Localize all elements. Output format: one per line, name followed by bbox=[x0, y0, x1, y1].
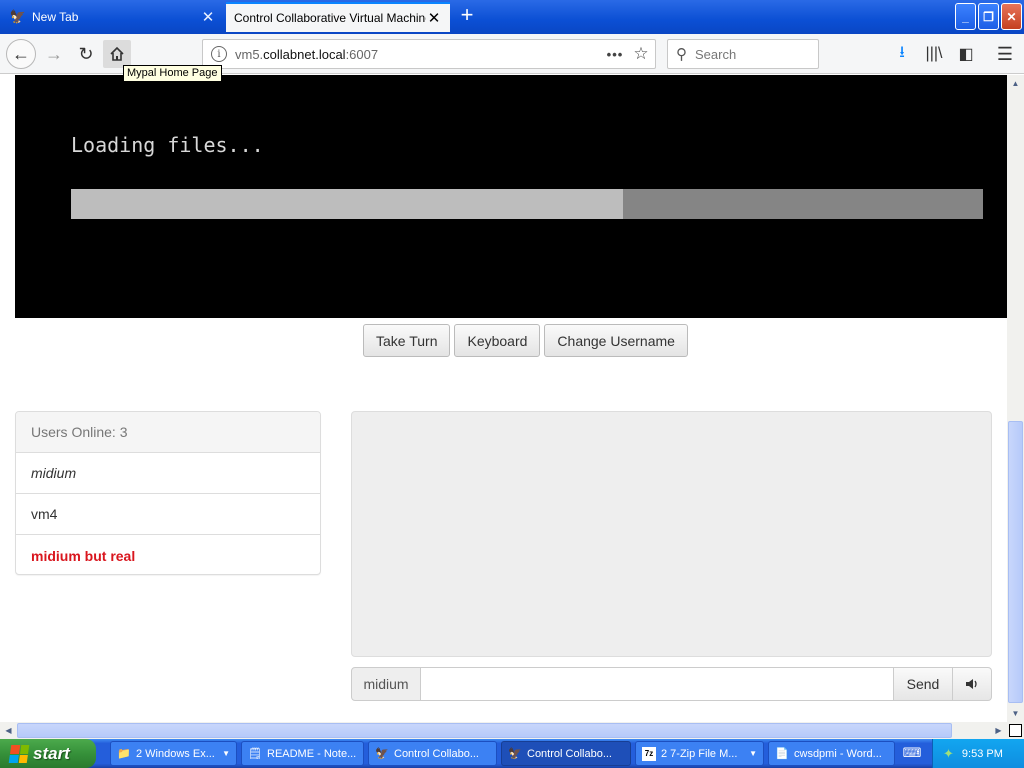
home-button[interactable] bbox=[103, 40, 131, 68]
hamburger-menu-icon[interactable]: ☰ bbox=[993, 42, 1017, 66]
username: vm4 bbox=[31, 506, 58, 522]
scroll-left-icon[interactable]: ◀ bbox=[1, 723, 16, 738]
forward-button[interactable]: → bbox=[40, 40, 68, 68]
close-window-button[interactable]: ✕ bbox=[1001, 3, 1022, 30]
tab-new-tab[interactable]: 🦅 New Tab ✕ bbox=[2, 2, 224, 32]
tab-control-collaborative[interactable]: Control Collaborative Virtual Machines! … bbox=[226, 2, 450, 32]
download-icon[interactable]: ⭳ bbox=[890, 42, 914, 66]
windows-logo-icon bbox=[8, 744, 30, 763]
sidebar-icon[interactable]: ◧ bbox=[954, 42, 978, 66]
taskbar-item-windows-explorer[interactable]: 📁 2 Windows Ex... ▼ bbox=[110, 741, 237, 766]
7zip-icon: 7z bbox=[642, 746, 656, 761]
scroll-down-icon[interactable]: ▼ bbox=[1008, 706, 1023, 721]
chevron-down-icon: ▼ bbox=[222, 749, 230, 758]
info-icon[interactable]: i bbox=[211, 46, 227, 62]
change-username-button[interactable]: Change Username bbox=[544, 324, 688, 357]
tab-label: Control Collaborative Virtual Machines! bbox=[234, 11, 426, 25]
clock: 9:53 PM bbox=[961, 747, 1003, 760]
network-icon[interactable]: ✦ bbox=[943, 746, 954, 762]
back-button[interactable]: ← bbox=[6, 39, 36, 69]
arrow-right-icon: → bbox=[45, 43, 63, 64]
url-bar[interactable]: i vm5.collabnet.local:6007 ••• ☆ bbox=[202, 39, 656, 69]
chat-messages bbox=[351, 411, 992, 657]
vertical-scroll-thumb[interactable] bbox=[1008, 421, 1023, 703]
taskbar-item-control-collabo[interactable]: 🦅 Control Collabo... bbox=[368, 741, 497, 766]
search-input[interactable]: ⚲ Search bbox=[667, 39, 819, 69]
new-tab-button[interactable]: + bbox=[455, 4, 479, 28]
users-online-panel: Users Online: 3 midium vm4 midium but re… bbox=[15, 411, 321, 575]
take-turn-button[interactable]: Take Turn bbox=[363, 324, 451, 357]
system-tray: ✦ 9:53 PM bbox=[932, 739, 1024, 768]
reload-icon: ↻ bbox=[78, 43, 94, 64]
page-actions-icon[interactable]: ••• bbox=[603, 47, 627, 62]
send-button[interactable]: Send bbox=[894, 667, 953, 701]
taskbar-item-wordpad[interactable]: 📄 cwsdpmi - Word... bbox=[768, 741, 895, 766]
user-list-item: vm4 bbox=[16, 494, 320, 535]
scroll-up-icon[interactable]: ▲ bbox=[1008, 76, 1023, 91]
keyboard-button[interactable]: Keyboard bbox=[454, 324, 541, 357]
wordpad-icon: 📄 bbox=[775, 748, 789, 760]
loading-progress-fill bbox=[71, 189, 623, 219]
loading-progress-bar bbox=[71, 189, 983, 219]
users-online-header: Users Online: 3 bbox=[16, 412, 320, 453]
speaker-icon bbox=[966, 679, 977, 689]
user-list-item-current-turn: midium but real bbox=[16, 535, 320, 574]
chat-form: midium Send bbox=[351, 667, 992, 701]
taskbar-item-7zip[interactable]: 7z 2 7-Zip File M... ▼ bbox=[635, 741, 764, 766]
page-viewport: Loading files... Take Turn Keyboard Chan… bbox=[0, 75, 1007, 722]
restore-window-button[interactable]: ❐ bbox=[978, 3, 999, 30]
scrollbar-corner bbox=[1007, 722, 1024, 739]
vertical-scrollbar[interactable]: ▲ ▼ bbox=[1007, 75, 1024, 722]
taskbar-item-control-collabo-active[interactable]: 🦅 Control Collabo... bbox=[501, 741, 631, 766]
vm-controls: Take Turn Keyboard Change Username bbox=[363, 324, 688, 357]
url-text: vm5.collabnet.local:6007 bbox=[235, 46, 379, 62]
tab-label: New Tab bbox=[32, 10, 79, 24]
close-tab-icon[interactable]: ✕ bbox=[200, 8, 216, 26]
search-icon: ⚲ bbox=[676, 46, 687, 63]
start-label: start bbox=[33, 743, 70, 763]
home-tooltip: Mypal Home Page bbox=[123, 65, 222, 82]
mypal-icon: 🦅 bbox=[9, 9, 27, 24]
browser-tab-bar: 🦅 New Tab ✕ Control Collaborative Virtua… bbox=[0, 0, 1024, 34]
reload-button[interactable]: ↻ bbox=[72, 40, 100, 68]
windows-taskbar: start 📁 2 Windows Ex... ▼ 🗒 README - Not… bbox=[0, 739, 1024, 768]
minimize-window-button[interactable]: _ bbox=[955, 3, 976, 30]
loading-text: Loading files... bbox=[71, 133, 264, 157]
chat-input[interactable] bbox=[421, 667, 894, 701]
taskbar-item-readme-notepad[interactable]: 🗒 README - Note... bbox=[241, 741, 364, 766]
vm-screen[interactable]: Loading files... bbox=[15, 75, 1007, 318]
search-placeholder: Search bbox=[695, 46, 737, 62]
chevron-down-icon: ▼ bbox=[749, 749, 757, 758]
scroll-right-icon[interactable]: ▶ bbox=[991, 723, 1006, 738]
bookmark-star-icon[interactable]: ☆ bbox=[627, 44, 655, 64]
library-icon[interactable]: |||\ bbox=[922, 42, 946, 66]
mypal-icon: 🦅 bbox=[375, 748, 389, 760]
chat-username-label: midium bbox=[351, 667, 421, 701]
close-tab-icon[interactable]: ✕ bbox=[426, 9, 442, 27]
folder-icon: 📁 bbox=[117, 748, 131, 760]
username: midium but real bbox=[31, 547, 136, 564]
arrow-left-icon: ← bbox=[12, 43, 30, 64]
keyboard-icon[interactable]: ⌨ bbox=[903, 745, 922, 761]
horizontal-scroll-thumb[interactable] bbox=[17, 723, 952, 738]
home-icon bbox=[110, 46, 124, 61]
user-list-item: midium bbox=[16, 453, 320, 494]
mypal-icon: 🦅 bbox=[508, 748, 522, 760]
start-button[interactable]: start bbox=[0, 739, 96, 768]
username: midium bbox=[31, 465, 77, 481]
horizontal-scrollbar[interactable]: ◀ ▶ bbox=[0, 722, 1007, 739]
sound-toggle-button[interactable] bbox=[953, 667, 992, 701]
notepad-icon: 🗒 bbox=[248, 748, 262, 760]
